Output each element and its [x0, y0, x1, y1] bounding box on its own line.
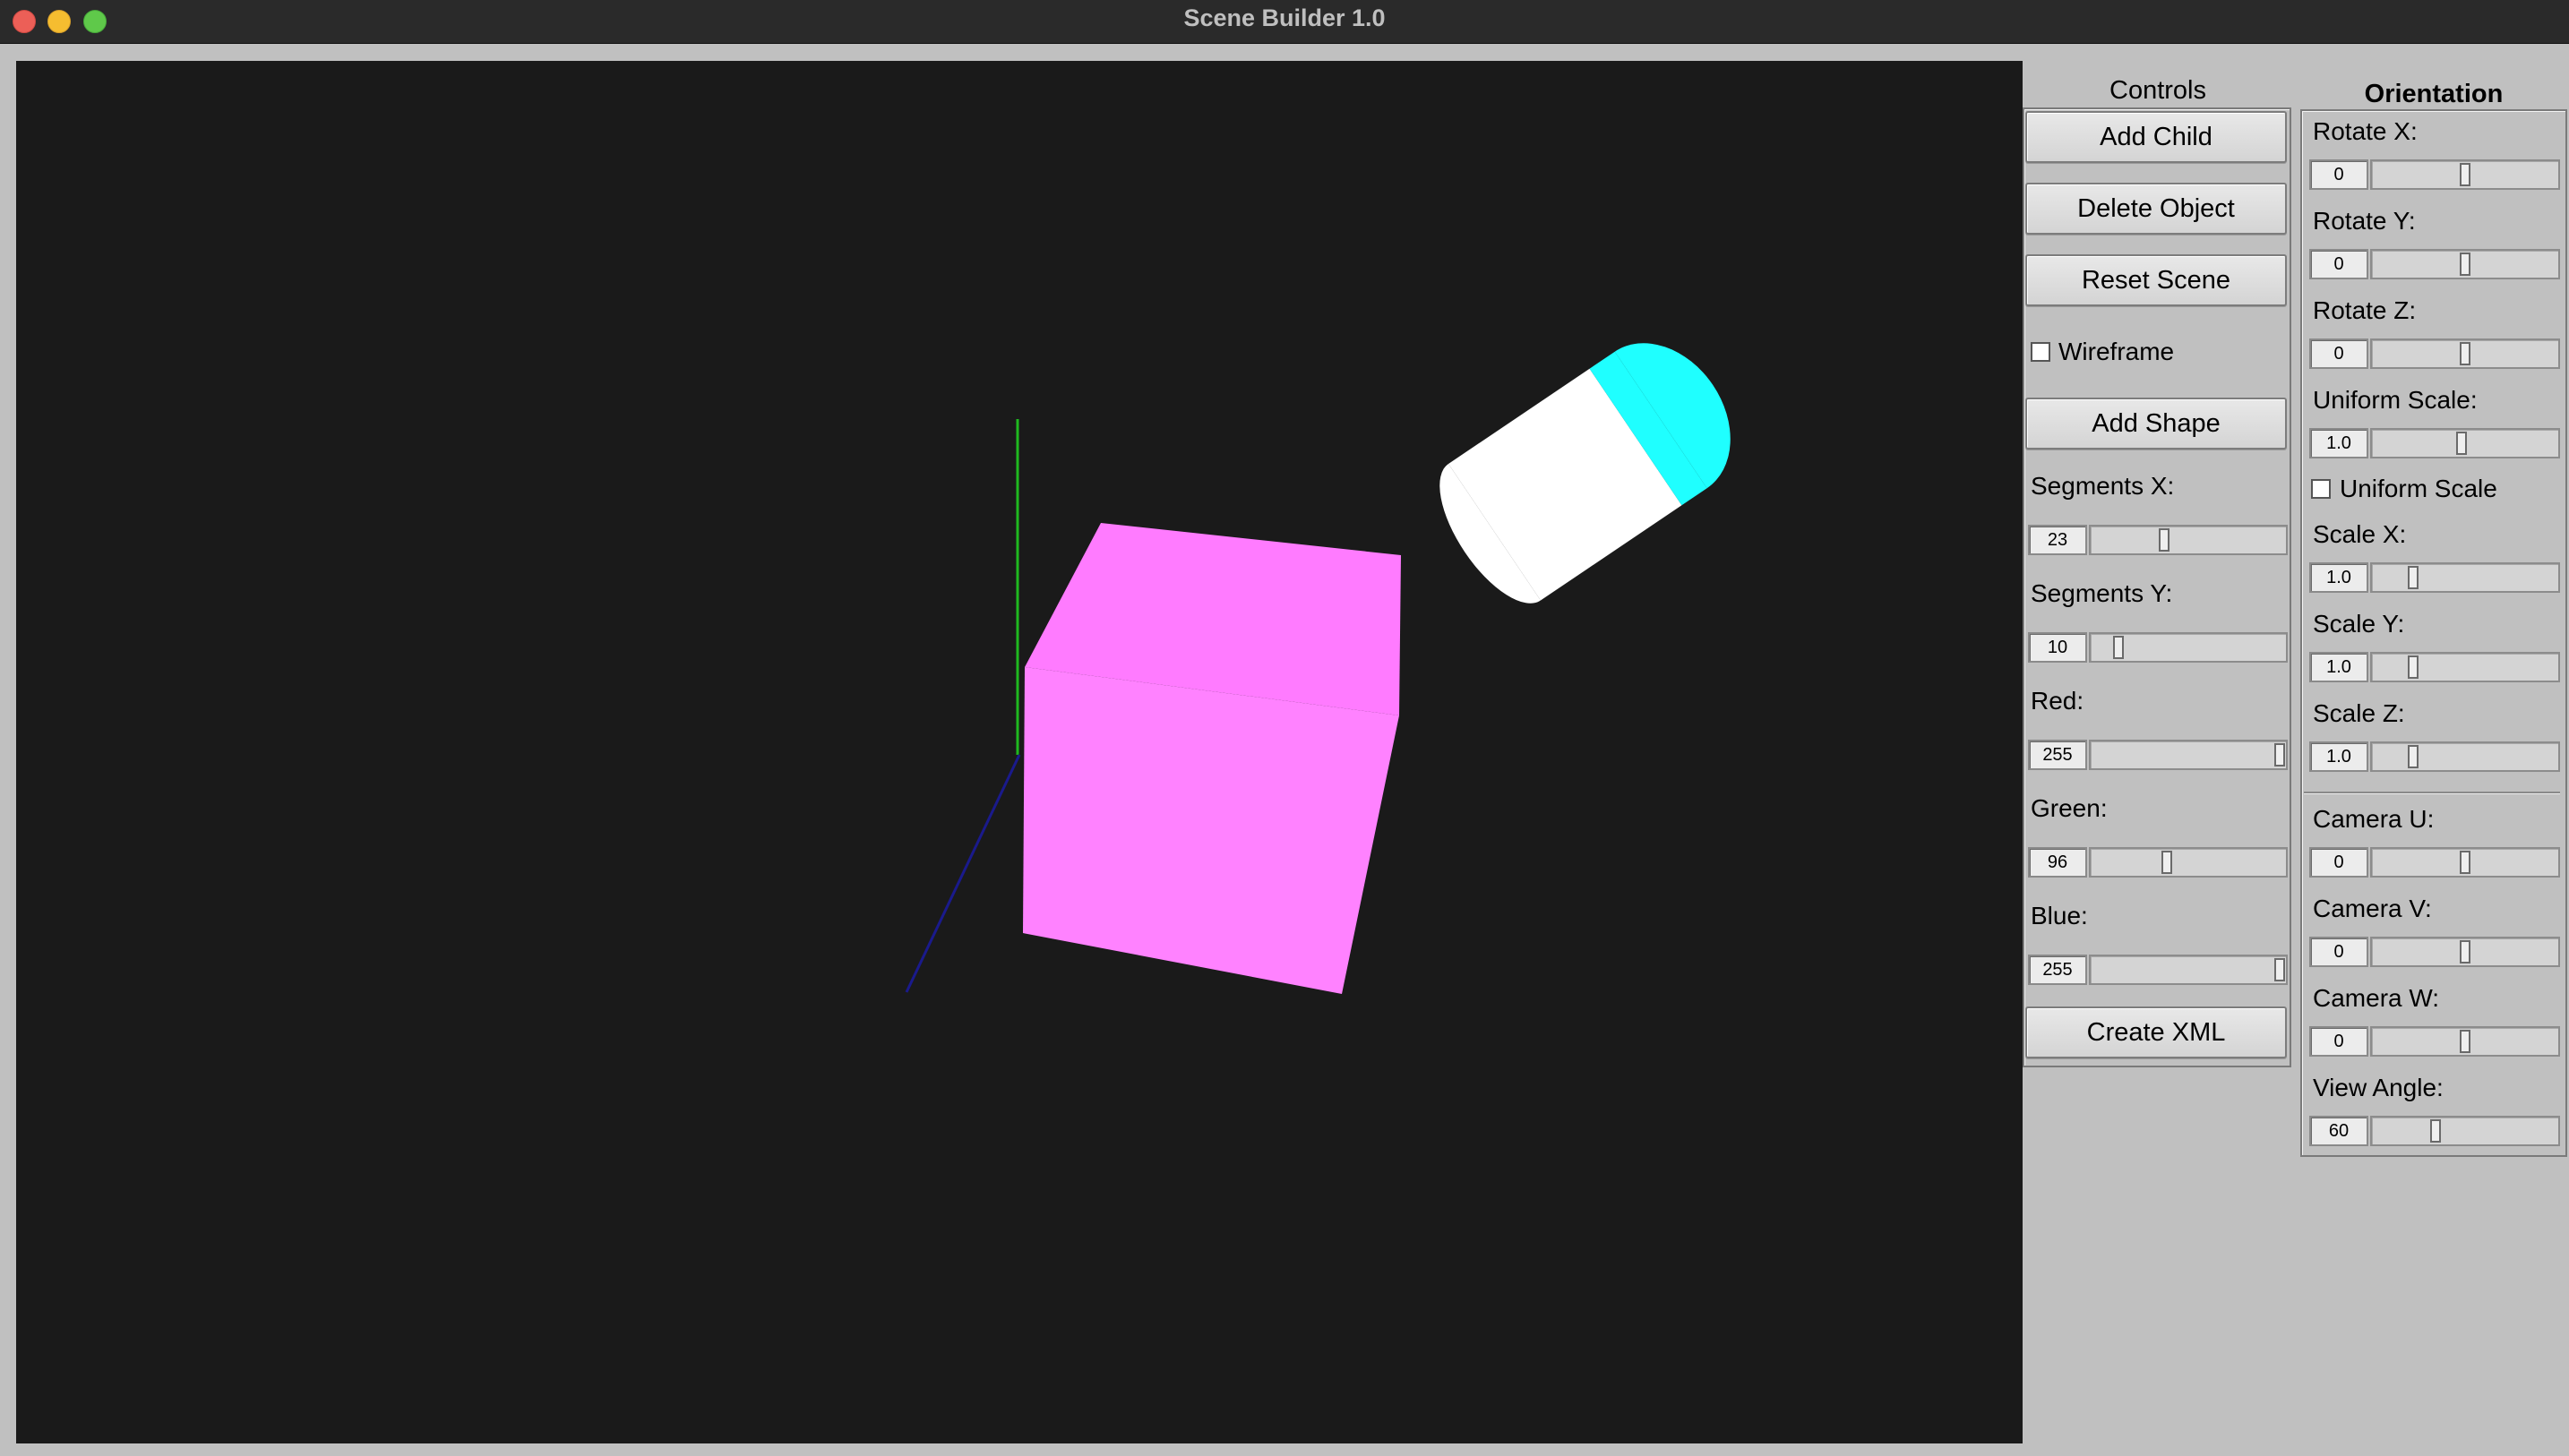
rotate-x-value[interactable]: 0: [2309, 159, 2368, 190]
red-slider[interactable]: [2089, 740, 2288, 770]
scale-y-value[interactable]: 1.0: [2309, 652, 2368, 682]
view-angle-thumb[interactable]: [2430, 1119, 2441, 1143]
uniform-scale-thumb[interactable]: [2456, 432, 2467, 455]
scale-y-label: Scale Y:: [2313, 610, 2405, 638]
camera-v-slider[interactable]: [2370, 937, 2560, 967]
camera-v-value[interactable]: 0: [2309, 937, 2368, 967]
reset-scene-button[interactable]: Reset Scene: [2025, 254, 2287, 306]
segments-y-value[interactable]: 10: [2028, 632, 2087, 663]
create-xml-button[interactable]: Create XML: [2025, 1006, 2287, 1058]
z-axis-line: [905, 754, 1021, 993]
scene-viewport[interactable]: [16, 61, 2023, 1443]
controls-title: Controls: [2109, 76, 2206, 105]
segments-y-thumb[interactable]: [2113, 636, 2124, 659]
camera-u-label: Camera U:: [2313, 805, 2435, 833]
green-value[interactable]: 96: [2028, 847, 2087, 878]
rotate-x-label: Rotate X:: [2313, 117, 2418, 145]
segments-x-thumb[interactable]: [2159, 528, 2169, 552]
scale-x-label: Scale X:: [2313, 520, 2407, 548]
camera-w-label: Camera W:: [2313, 984, 2440, 1012]
camera-v-thumb[interactable]: [2460, 940, 2470, 964]
rotate-y-value[interactable]: 0: [2309, 249, 2368, 279]
scale-x-slider[interactable]: [2370, 562, 2560, 593]
rotate-y-label: Rotate Y:: [2313, 207, 2416, 235]
scale-x-thumb[interactable]: [2408, 566, 2419, 589]
scale-y-thumb[interactable]: [2408, 655, 2419, 679]
controls-panel: Controls Add Child Delete Object Reset S…: [2023, 72, 2293, 1067]
camera-u-slider[interactable]: [2370, 847, 2560, 878]
segments-x-slider[interactable]: [2089, 525, 2288, 555]
blue-slider[interactable]: [2089, 955, 2288, 985]
section-divider: [2304, 792, 2560, 794]
add-shape-button[interactable]: Add Shape: [2025, 398, 2287, 450]
wireframe-checkbox[interactable]: [2031, 342, 2050, 362]
rotate-z-label: Rotate Z:: [2313, 296, 2417, 324]
red-value[interactable]: 255: [2028, 740, 2087, 770]
rotate-z-slider[interactable]: [2370, 338, 2560, 369]
uniform-scale-check-label: Uniform Scale: [2340, 475, 2497, 502]
rotate-z-value[interactable]: 0: [2309, 338, 2368, 369]
wireframe-label: Wireframe: [2058, 338, 2175, 365]
rotate-z-thumb[interactable]: [2460, 342, 2470, 365]
scale-y-slider[interactable]: [2370, 652, 2560, 682]
capsule-shape[interactable]: [1419, 317, 1759, 621]
rotate-y-slider[interactable]: [2370, 249, 2560, 279]
scale-z-slider[interactable]: [2370, 741, 2560, 772]
uniform-scale-label: Uniform Scale:: [2313, 386, 2478, 414]
scale-z-label: Scale Z:: [2313, 699, 2405, 727]
camera-w-thumb[interactable]: [2460, 1030, 2470, 1053]
rotate-y-thumb[interactable]: [2460, 253, 2470, 276]
green-label: Green:: [2031, 794, 2108, 822]
scale-z-value[interactable]: 1.0: [2309, 741, 2368, 772]
green-thumb[interactable]: [2161, 851, 2172, 874]
camera-u-value[interactable]: 0: [2309, 847, 2368, 878]
window-title: Scene Builder 1.0: [1183, 4, 1386, 31]
uniform-scale-value[interactable]: 1.0: [2309, 428, 2368, 458]
camera-w-slider[interactable]: [2370, 1026, 2560, 1057]
scale-x-value[interactable]: 1.0: [2309, 562, 2368, 593]
camera-u-thumb[interactable]: [2460, 851, 2470, 874]
segments-y-label: Segments Y:: [2031, 579, 2173, 607]
scale-z-thumb[interactable]: [2408, 745, 2419, 768]
segments-y-slider[interactable]: [2089, 632, 2288, 663]
rotate-x-slider[interactable]: [2370, 159, 2560, 190]
cube-shape[interactable]: [1023, 523, 1401, 994]
uniform-scale-checkbox[interactable]: [2311, 479, 2331, 499]
view-angle-value[interactable]: 60: [2309, 1116, 2368, 1146]
segments-x-value[interactable]: 23: [2028, 525, 2087, 555]
orientation-panel: Orientation Rotate X: 0 Rotate Y: 0 Rota…: [2300, 72, 2567, 1157]
title-bar: Scene Builder 1.0: [0, 0, 2569, 44]
camera-w-value[interactable]: 0: [2309, 1026, 2368, 1057]
blue-thumb[interactable]: [2274, 958, 2285, 981]
blue-label: Blue:: [2031, 902, 2088, 929]
add-child-button[interactable]: Add Child: [2025, 111, 2287, 163]
view-angle-label: View Angle:: [2313, 1074, 2444, 1101]
delete-object-button[interactable]: Delete Object: [2025, 183, 2287, 235]
orientation-title: Orientation: [2364, 80, 2504, 108]
camera-v-label: Camera V:: [2313, 895, 2432, 922]
segments-x-label: Segments X:: [2031, 472, 2175, 500]
view-angle-slider[interactable]: [2370, 1116, 2560, 1146]
red-label: Red:: [2031, 687, 2084, 715]
blue-value[interactable]: 255: [2028, 955, 2087, 985]
uniform-scale-slider[interactable]: [2370, 428, 2560, 458]
rotate-x-thumb[interactable]: [2460, 163, 2470, 186]
red-thumb[interactable]: [2274, 743, 2285, 767]
green-slider[interactable]: [2089, 847, 2288, 878]
